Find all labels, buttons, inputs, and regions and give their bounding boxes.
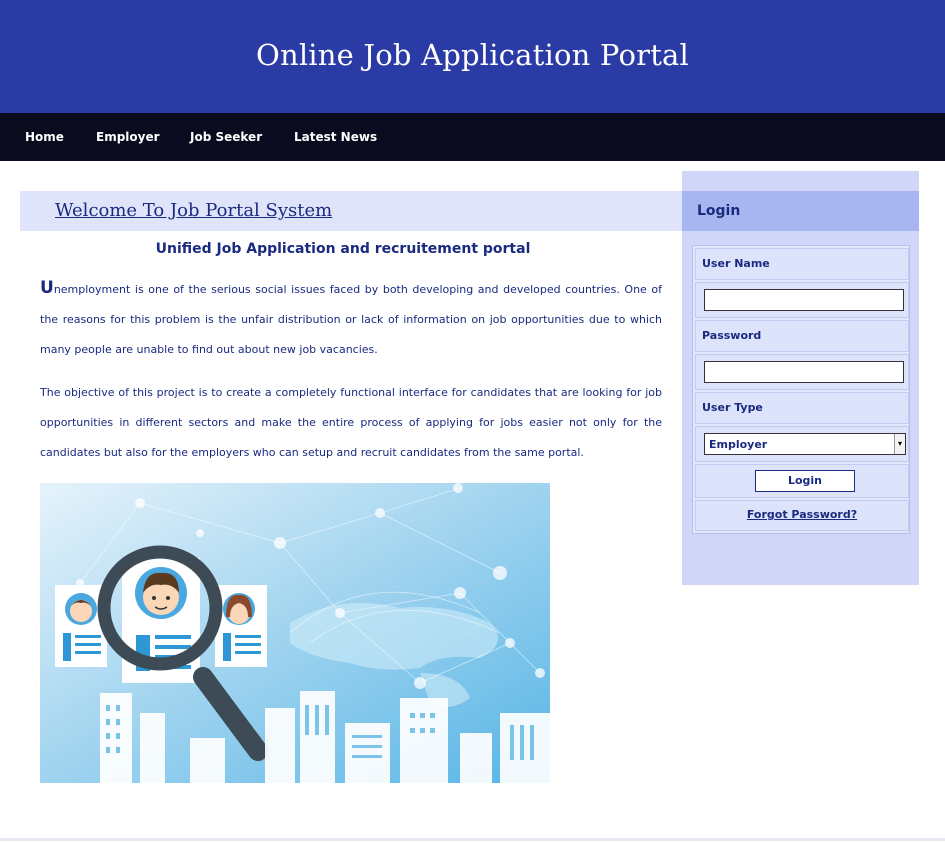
forgot-password-cell: Forgot Password? — [695, 500, 909, 531]
nav-employer[interactable]: Employer — [96, 113, 160, 161]
usertype-selected-value: Employer — [709, 438, 768, 451]
password-input-cell — [695, 354, 909, 390]
usertype-label-cell: User Type — [695, 392, 909, 424]
login-panel: Login User Name Password User Type Emplo… — [682, 171, 919, 585]
drop-cap: U — [40, 278, 54, 298]
login-header: Login — [682, 191, 919, 231]
nav-home[interactable]: Home — [25, 113, 64, 161]
welcome-bar: Welcome To Job Portal System — [20, 191, 682, 231]
portal-subtitle: Unified Job Application and recruitement… — [155, 241, 531, 257]
password-input[interactable] — [704, 361, 904, 383]
password-label-cell: Password — [695, 320, 909, 352]
footer-divider — [0, 838, 945, 841]
username-input-cell — [695, 282, 909, 318]
welcome-title: Welcome To Job Portal System — [55, 200, 333, 221]
login-button[interactable]: Login — [755, 470, 855, 492]
job-search-illustration — [40, 483, 550, 783]
site-title: Online Job Application Portal — [255, 38, 690, 72]
password-label: Password — [702, 329, 762, 342]
username-label: User Name — [702, 257, 770, 270]
login-heading: Login — [697, 203, 741, 219]
login-form: User Name Password User Type Employer ▾ … — [692, 245, 910, 534]
objective-paragraph: The objective of this project is to crea… — [40, 386, 662, 459]
intro-paragraph: Unemployment is one of the serious socia… — [40, 273, 662, 365]
usertype-select-cell: Employer ▾ — [695, 426, 909, 462]
nav-latest-news[interactable]: Latest News — [294, 113, 377, 161]
intro-paragraph-text: nemployment is one of the serious social… — [40, 283, 662, 356]
site-header: Online Job Application Portal — [0, 0, 945, 113]
forgot-password-link[interactable]: Forgot Password? — [696, 508, 908, 521]
usertype-select[interactable]: Employer ▾ — [704, 433, 906, 455]
nav-job-seeker[interactable]: Job Seeker — [190, 113, 262, 161]
login-button-cell: Login — [695, 464, 909, 498]
username-label-cell: User Name — [695, 248, 909, 280]
main-nav: Home Employer Job Seeker Latest News — [0, 113, 945, 161]
chevron-down-icon[interactable]: ▾ — [894, 434, 905, 454]
usertype-label: User Type — [702, 401, 763, 414]
username-input[interactable] — [704, 289, 904, 311]
